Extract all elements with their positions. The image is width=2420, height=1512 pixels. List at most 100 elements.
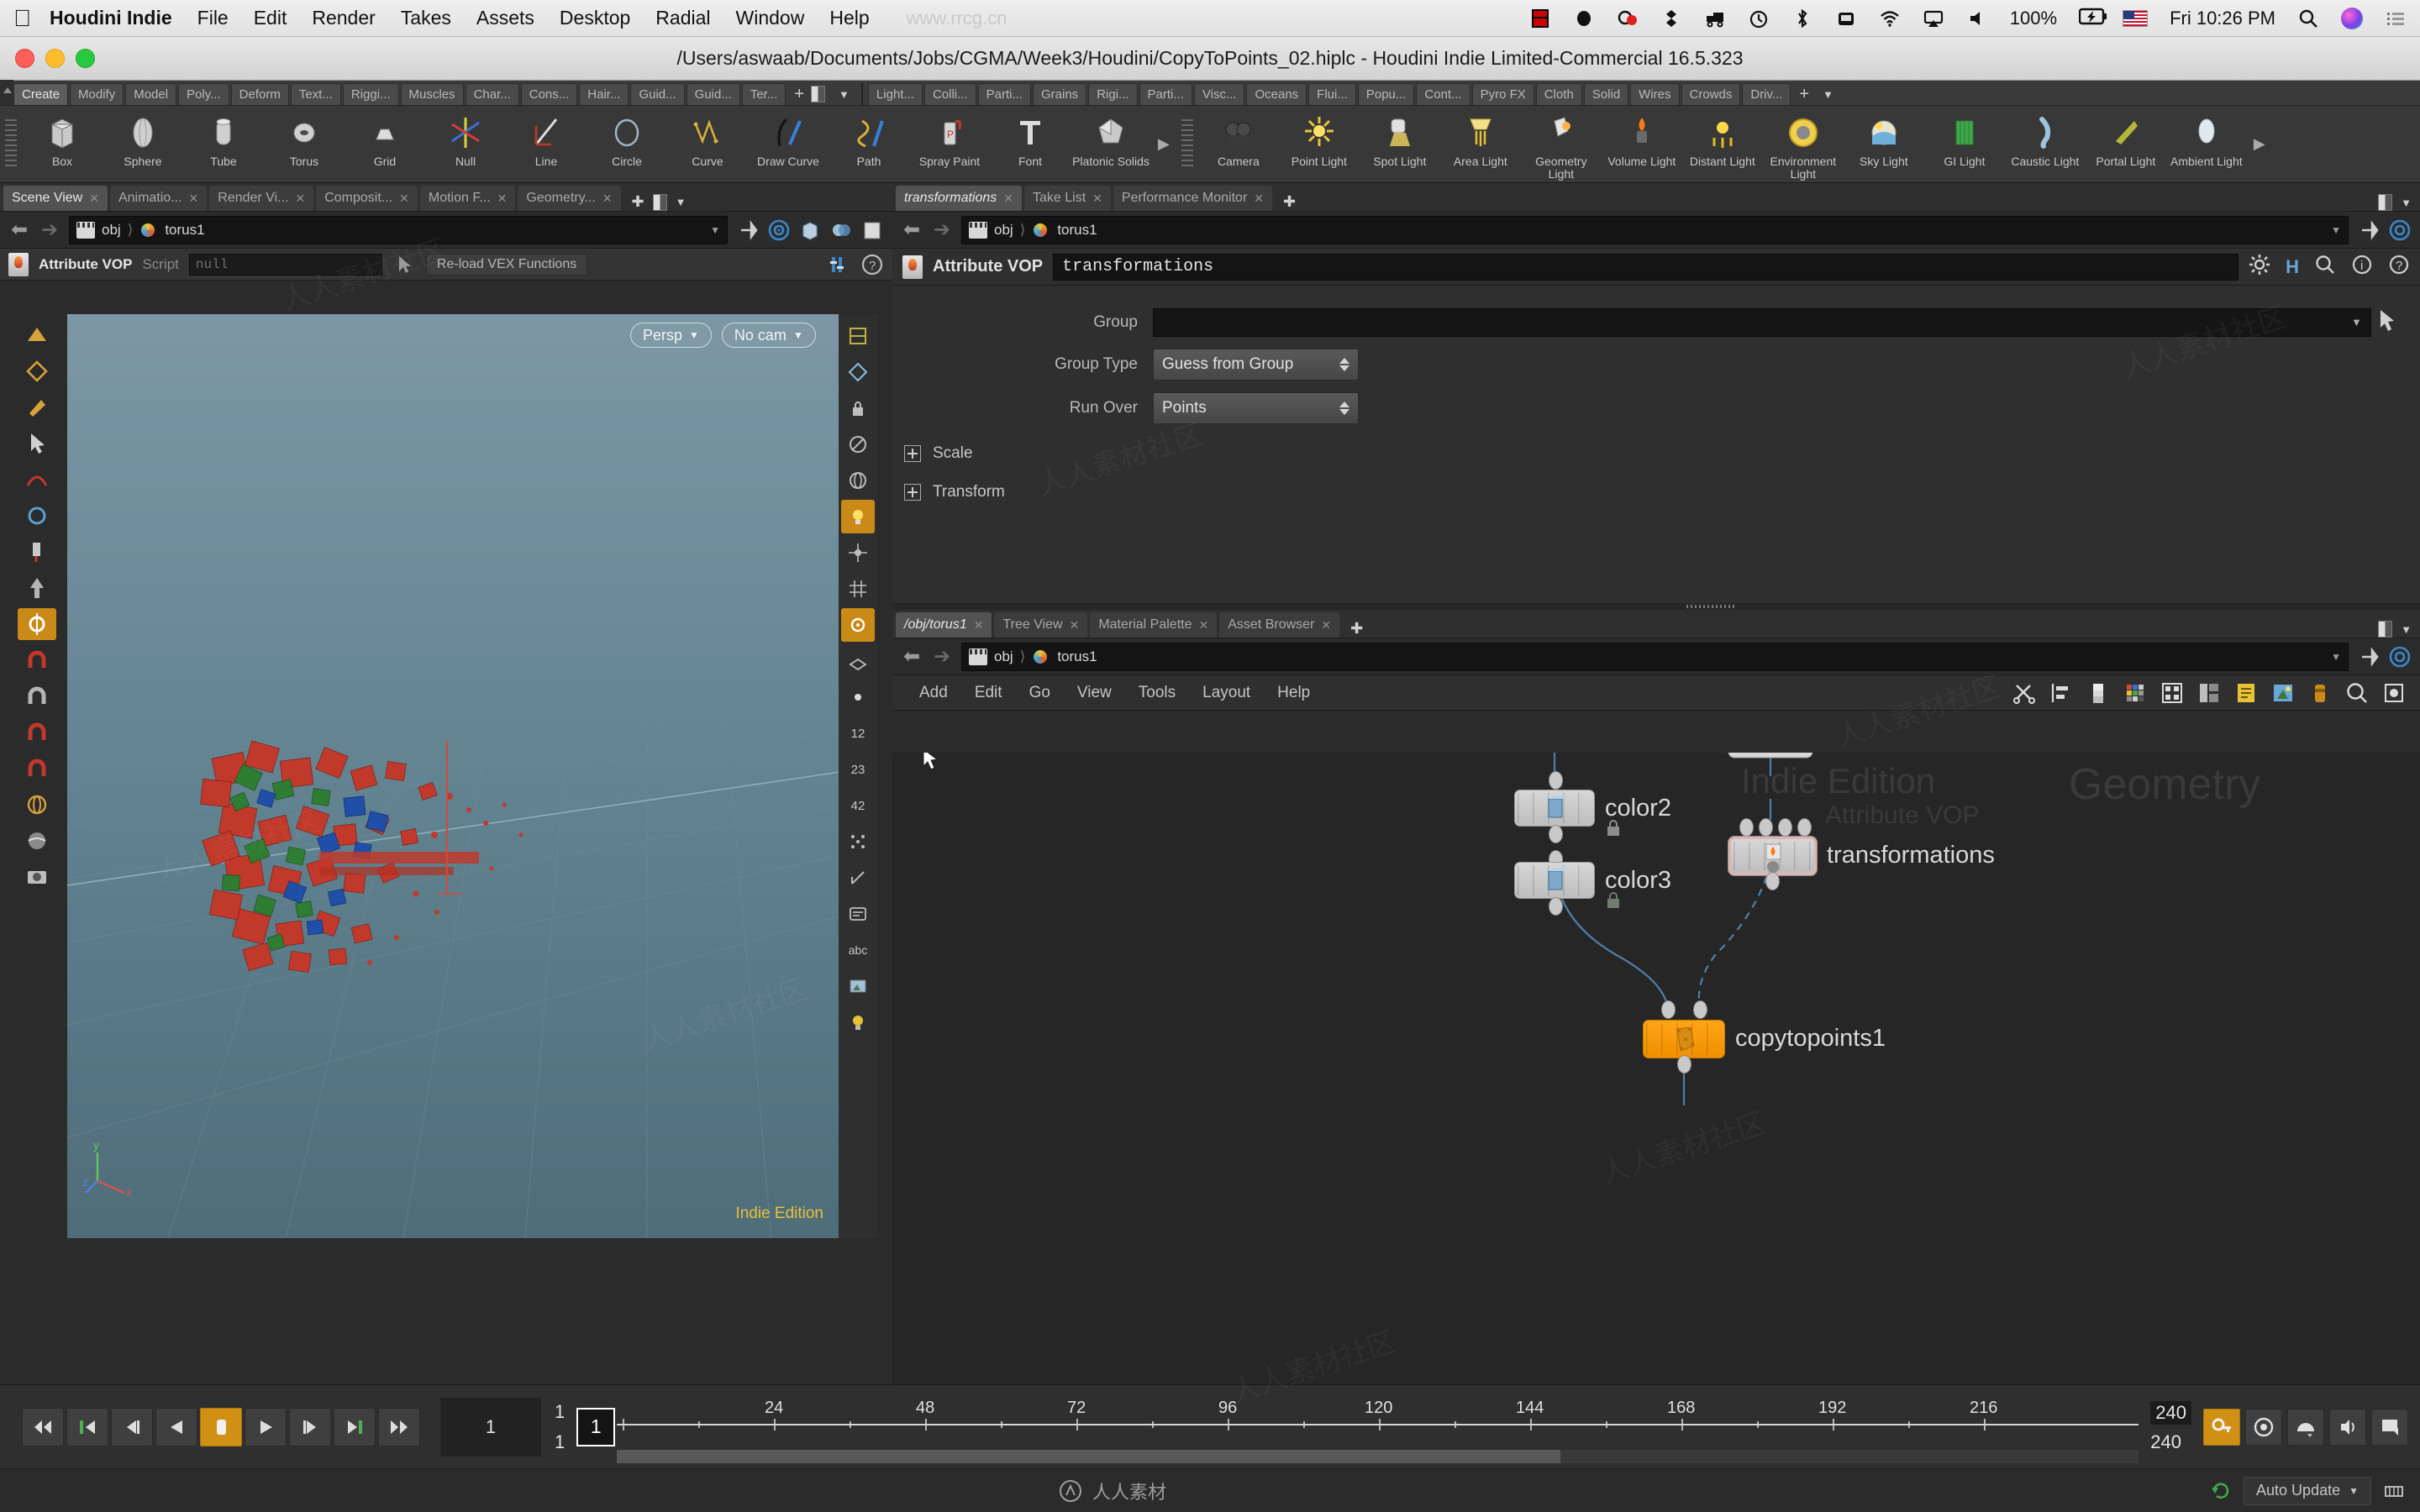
node-input-dot-2[interactable]: [1693, 1000, 1707, 1019]
shelf-tab-modify[interactable]: Modify: [70, 83, 124, 105]
shelf-tool-circle[interactable]: Circle: [587, 108, 667, 181]
network-path-input[interactable]: obj ⟩ torus1 ▼: [961, 642, 2349, 671]
pivot-icon[interactable]: [841, 536, 875, 570]
node-input-dot-1[interactable]: [1661, 1000, 1676, 1019]
node-input-dot-3[interactable]: [1778, 818, 1792, 837]
light-display-icon-selected[interactable]: [841, 500, 875, 533]
menu-edit[interactable]: Edit: [254, 7, 287, 29]
network-node-color3[interactable]: [1514, 862, 1595, 899]
add-tab-icon[interactable]: ✚: [632, 193, 644, 211]
shelf-tab-muscles[interactable]: Muscles: [400, 83, 464, 105]
info-icon[interactable]: i: [2351, 254, 2373, 281]
shelf-tab-create[interactable]: Create: [13, 83, 69, 105]
close-icon[interactable]: ✕: [1199, 618, 1209, 633]
breadcrumb-torus1[interactable]: torus1: [165, 222, 204, 239]
shelf-add-tab-button-right[interactable]: +: [1792, 83, 1816, 105]
shelf-tab-terrain[interactable]: Ter...: [741, 83, 786, 105]
tab-animation-editor[interactable]: Animatio... ✕: [109, 186, 208, 211]
node-output-dot[interactable]: [1677, 1055, 1691, 1074]
gear-icon[interactable]: [2249, 254, 2270, 281]
search-icon[interactable]: [2297, 8, 2319, 29]
shelf-tool-sphere[interactable]: Sphere: [103, 108, 183, 181]
shelf-tool-spot-light[interactable]: Spot Light: [1360, 108, 1440, 181]
color-ramp-icon[interactable]: [2086, 680, 2111, 706]
shelf-tab-grains[interactable]: Grains: [1033, 83, 1087, 105]
help-icon[interactable]: ?: [860, 253, 884, 276]
align-icon[interactable]: [2049, 680, 2074, 706]
panel-toggle-icon[interactable]: [860, 218, 884, 242]
shelf-tool-tube[interactable]: Tube: [183, 108, 264, 181]
network-menu-go[interactable]: Go: [1016, 684, 1064, 702]
node-input-dot[interactable]: [1549, 771, 1563, 790]
close-button[interactable]: [15, 49, 34, 68]
parameter-path-input[interactable]: obj ⟩ torus1 ▼: [961, 215, 2349, 244]
lock-icon[interactable]: [1606, 892, 1621, 911]
shelf-tool-distant-light[interactable]: Distant Light: [1682, 108, 1763, 181]
shelf-tab-particlefluids[interactable]: Parti...: [1139, 83, 1192, 105]
droplet-icon[interactable]: [1573, 8, 1595, 29]
layout-grid-icon[interactable]: [2160, 680, 2185, 706]
split-pane-icon[interactable]: [2378, 621, 2393, 638]
pin-icon[interactable]: [2357, 218, 2381, 242]
breadcrumb-obj[interactable]: obj: [994, 222, 1013, 239]
pane-splitter[interactable]: [892, 603, 2420, 610]
notes-icon[interactable]: [2233, 680, 2259, 706]
apple-menu-icon[interactable]: : [13, 6, 31, 30]
chevron-down-icon[interactable]: ▼: [710, 224, 720, 236]
geometry-display-icon[interactable]: [798, 218, 822, 242]
camera-dropdown[interactable]: No cam ▼: [721, 323, 816, 348]
network-canvas[interactable]: Indie Edition Geometry Attribute VOP col…: [892, 753, 2420, 1384]
back-arrow-icon[interactable]: ⬅: [901, 218, 923, 242]
tab-motion-fx[interactable]: Motion F... ✕: [419, 186, 516, 211]
shelf-tool-caustic-light[interactable]: Caustic Light: [2005, 108, 2086, 181]
shelf-drag-handle-mid[interactable]: [1181, 118, 1193, 170]
menu-houdini-indie[interactable]: Houdini Indie: [50, 7, 172, 29]
text-display-icon[interactable]: [841, 897, 875, 931]
shelf-scroll-right-icon[interactable]: ▶: [1151, 135, 1176, 153]
tab-take-list[interactable]: Take List ✕: [1024, 186, 1111, 211]
magnet-icon-3[interactable]: [18, 717, 56, 748]
forward-arrow-icon[interactable]: ➔: [39, 218, 60, 242]
paint-tool-icon[interactable]: [18, 536, 56, 568]
node-output-dot[interactable]: [1549, 897, 1563, 916]
range-end-field[interactable]: 240: [2150, 1400, 2191, 1425]
shelf-tab-pyrofx[interactable]: Pyro FX: [1471, 83, 1534, 105]
shelf-tool-path[interactable]: Path: [829, 108, 909, 181]
shelf-tool-volume-light[interactable]: Volume Light: [1602, 108, 1682, 181]
tab-geometry-spreadsheet[interactable]: Geometry... ✕: [518, 186, 621, 211]
shelf-tool-draw-curve[interactable]: Draw Curve: [748, 108, 829, 181]
network-menu-add[interactable]: Add: [906, 684, 961, 702]
shelf-tab-collisions[interactable]: Colli...: [923, 83, 976, 105]
prev-keyframe-button[interactable]: [66, 1407, 108, 1446]
shelf-tool-area-light[interactable]: Area Light: [1440, 108, 1521, 181]
parameter-node-name-input[interactable]: transformations: [1053, 253, 2239, 281]
shelf-scroll-right-icon-2[interactable]: ▶: [2247, 135, 2272, 153]
snapshot-icon[interactable]: [2270, 680, 2296, 706]
target-icon[interactable]: [2388, 218, 2412, 242]
shelf-tool-spray-paint[interactable]: P Spray Paint: [909, 108, 990, 181]
breadcrumb-torus1[interactable]: torus1: [1057, 648, 1097, 665]
screen-recorder-icon[interactable]: [1529, 8, 1551, 29]
shelf-tab-populate[interactable]: Popu...: [1357, 83, 1415, 105]
volume-icon[interactable]: [1966, 8, 1988, 29]
shelf-menu-chevron-down-icon[interactable]: ▼: [832, 83, 856, 105]
scissors-icon[interactable]: [2012, 680, 2037, 706]
select-tool-icon[interactable]: [18, 355, 56, 387]
grid-snap-icon[interactable]: [841, 572, 875, 606]
layer-42-icon[interactable]: 42: [841, 789, 875, 822]
bookmark-icon[interactable]: [2307, 680, 2333, 706]
menu-desktop[interactable]: Desktop: [560, 7, 630, 29]
normals-icon[interactable]: [841, 861, 875, 895]
node-output-dot[interactable]: [1549, 825, 1563, 843]
battery-charging-icon[interactable]: [2078, 8, 2107, 29]
shelf-tool-ambient-light[interactable]: Ambient Light: [2166, 108, 2247, 181]
search-icon[interactable]: [2344, 680, 2370, 706]
expand-icon[interactable]: [904, 445, 921, 462]
shelf-menu-chevron-down-icon-right[interactable]: ▼: [1816, 83, 1840, 105]
shelf-tool-platonic-solids[interactable]: Platonic Solids: [1071, 108, 1151, 181]
audio-button[interactable]: [2329, 1408, 2366, 1446]
shelf-tab-cloth[interactable]: Cloth: [1535, 83, 1582, 105]
param-input-group[interactable]: [1153, 307, 2371, 337]
close-icon[interactable]: ✕: [1254, 192, 1264, 206]
shelf-tab-rigging[interactable]: Riggi...: [342, 83, 399, 105]
